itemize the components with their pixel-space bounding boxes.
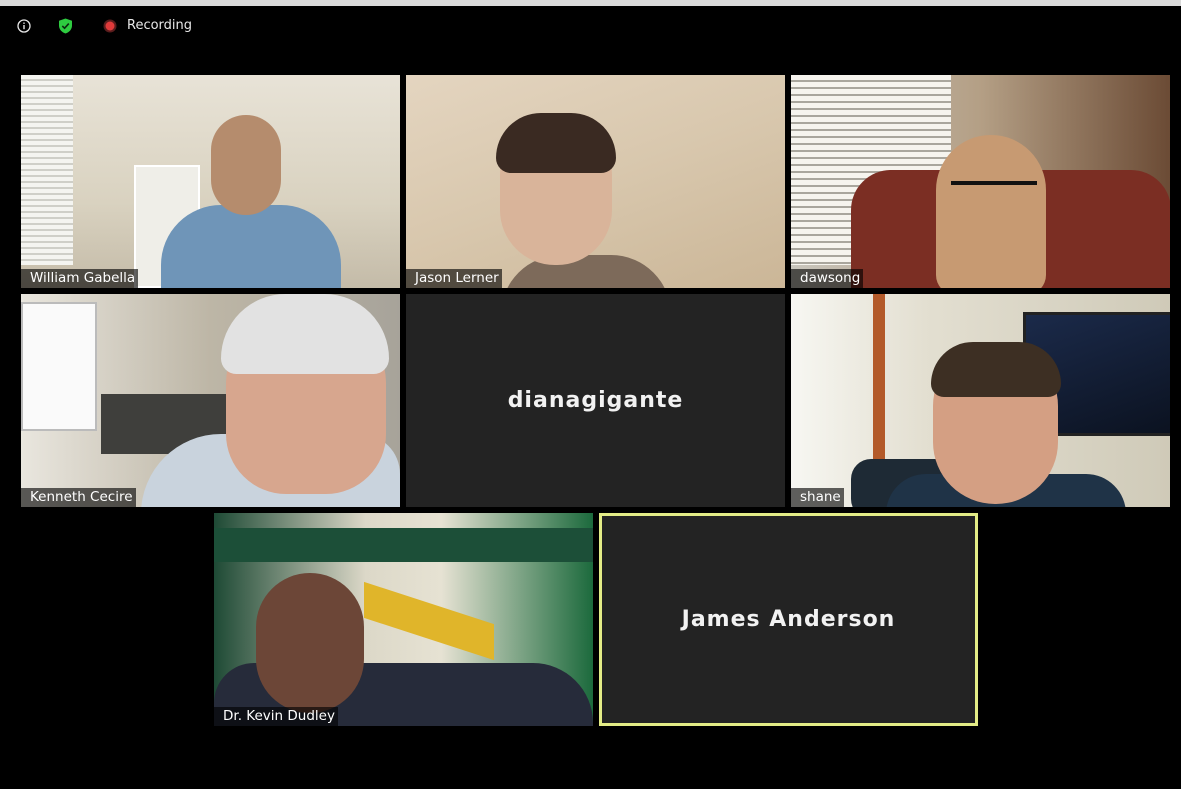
participant-name-center: James Anderson [681, 607, 896, 632]
participant-name-center: dianagigante [507, 388, 684, 413]
window-frame [873, 294, 885, 484]
record-dot-icon[interactable] [103, 19, 117, 33]
participant-tile-dawsong[interactable]: dawsong [791, 75, 1170, 288]
participant-name: Dr. Kevin Dudley [214, 707, 338, 726]
ceiling-beam [214, 528, 593, 562]
participant-name: shane [791, 488, 844, 507]
meeting-top-bar: Recording [0, 6, 1181, 46]
person-head [256, 573, 364, 713]
participant-name: Kenneth Cecire [21, 488, 136, 507]
whiteboard [21, 302, 97, 431]
person-head [936, 135, 1046, 288]
person-hair [496, 113, 616, 173]
recording-label[interactable]: Recording [127, 18, 192, 34]
participant-tile-shane[interactable]: shane [791, 294, 1170, 507]
participant-name: William Gabella [21, 269, 139, 288]
participant-name: dawsong [791, 269, 864, 288]
participant-tile-dr-kevin-dudley[interactable]: Dr. Kevin Dudley [214, 513, 593, 726]
info-icon[interactable] [17, 19, 31, 33]
person [161, 205, 341, 288]
participant-tile-dianagigante[interactable]: dianagigante [406, 294, 785, 507]
participant-tile-jason-lerner[interactable]: Jason Lerner [406, 75, 785, 288]
person-head [211, 115, 281, 215]
participant-tile-kenneth-cecire[interactable]: Kenneth Cecire [21, 294, 400, 507]
participant-name: Jason Lerner [406, 269, 502, 288]
person-hair [931, 342, 1061, 397]
glasses [951, 181, 1037, 205]
shield-check-icon[interactable] [58, 18, 73, 34]
window-shutters [21, 75, 73, 265]
participant-tile-james-anderson[interactable]: James Anderson [599, 513, 978, 726]
participant-tile-william-gabella[interactable]: William Gabella [21, 75, 400, 288]
